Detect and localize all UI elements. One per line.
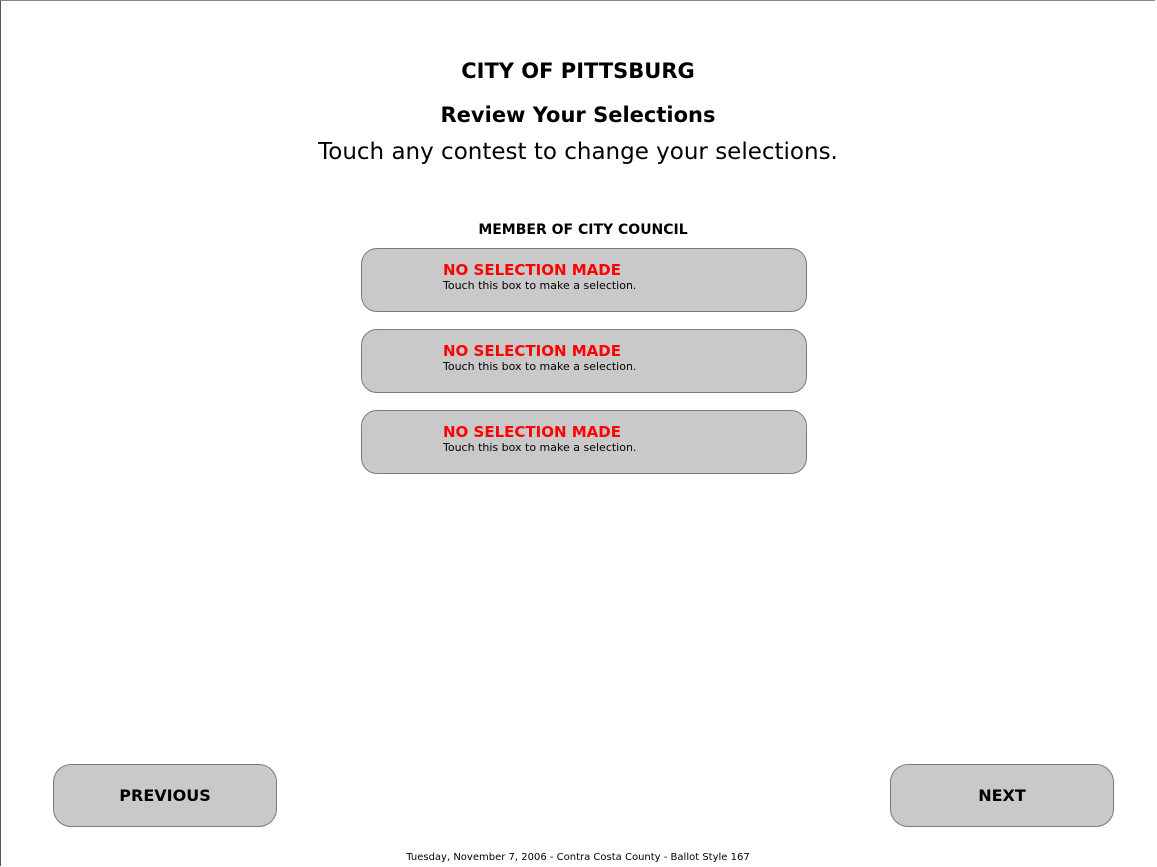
instructions-text: Touch any contest to change your selecti…: [318, 139, 838, 165]
page-title: Review Your Selections: [440, 103, 716, 127]
selection-box-3[interactable]: NO SELECTION MADE Touch this box to make…: [361, 410, 807, 474]
selection-status: NO SELECTION MADE: [443, 342, 621, 360]
selection-status: NO SELECTION MADE: [443, 261, 621, 279]
header: CITY OF PITTSBURG Review Your Selections…: [1, 57, 1155, 167]
selection-box-2[interactable]: NO SELECTION MADE Touch this box to make…: [361, 329, 807, 393]
selection-hint: Touch this box to make a selection.: [443, 441, 637, 454]
jurisdiction-title: CITY OF PITTSBURG: [461, 59, 695, 83]
ballot-review-screen: CITY OF PITTSBURG Review Your Selections…: [0, 0, 1155, 866]
selection-hint: Touch this box to make a selection.: [443, 360, 637, 373]
contest-group: MEMBER OF CITY COUNCIL NO SELECTION MADE…: [361, 220, 807, 474]
selection-box-1[interactable]: NO SELECTION MADE Touch this box to make…: [361, 248, 807, 312]
previous-button[interactable]: PREVIOUS: [53, 764, 277, 827]
selection-hint: Touch this box to make a selection.: [443, 279, 637, 292]
next-button[interactable]: NEXT: [890, 764, 1114, 827]
contest-title: MEMBER OF CITY COUNCIL: [478, 222, 688, 238]
ballot-footer: Tuesday, November 7, 2006 - Contra Costa…: [406, 852, 750, 863]
selection-status: NO SELECTION MADE: [443, 423, 621, 441]
